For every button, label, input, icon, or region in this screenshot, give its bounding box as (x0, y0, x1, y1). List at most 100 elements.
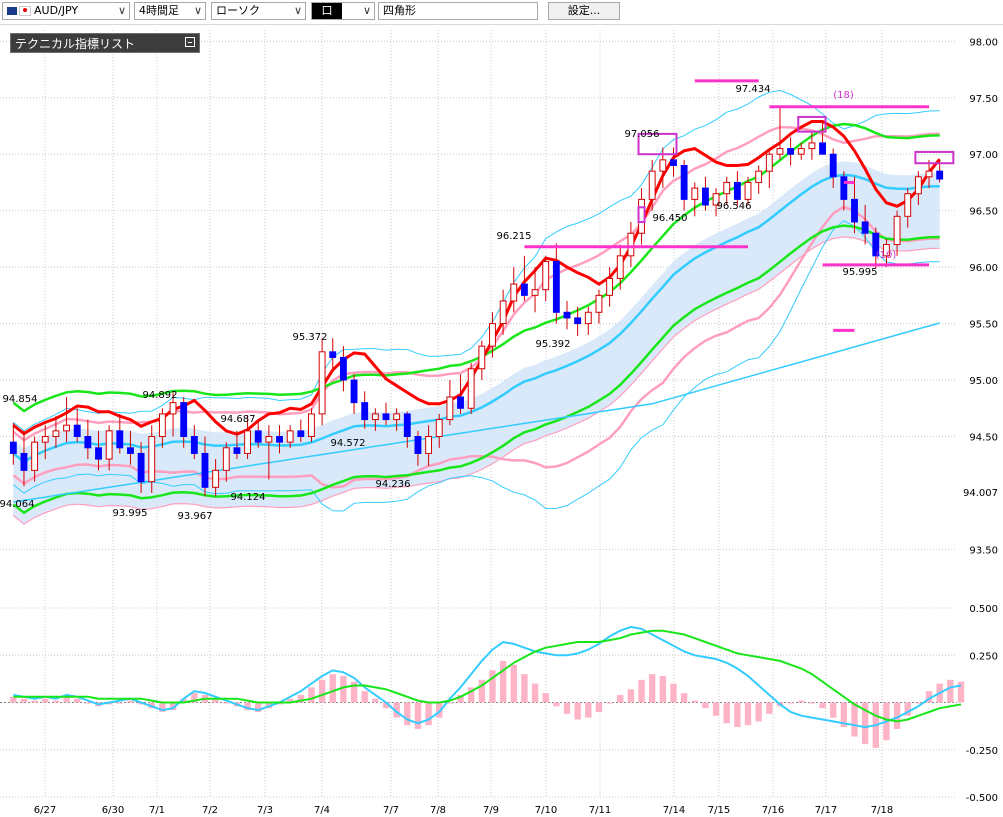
candle-type-select[interactable]: 口 (311, 2, 375, 20)
x-tick-label: 7/10 (535, 805, 557, 816)
candle-body (84, 436, 92, 449)
chart-style-select[interactable]: ローソク (211, 2, 306, 20)
macd-histogram-bar (734, 702, 741, 728)
x-tick-label: 6/27 (34, 805, 56, 816)
annotation-label: (18) (833, 90, 854, 101)
x-tick-label: 7/8 (430, 805, 446, 816)
candle-body (552, 260, 560, 313)
macd-histogram-bar (31, 700, 38, 703)
y-tick-label: 94.50 (969, 433, 998, 444)
x-tick-label: 6/30 (102, 805, 124, 816)
macd-histogram-bar (361, 691, 368, 703)
candle-body (467, 368, 475, 409)
toolbar: AUD/JPY 4時間足 ローソク 口 四角形 設定... (0, 0, 1003, 25)
x-tick-label: 7/7 (383, 805, 399, 816)
macd-histogram-bar (787, 702, 794, 704)
candle-body (180, 402, 188, 437)
price-label: 97.434 (736, 84, 771, 95)
macd-histogram-bar (531, 683, 539, 703)
macd-y-tick-label: 0.500 (969, 604, 998, 615)
macd-histogram-bar (74, 698, 81, 703)
macd-histogram-bar (318, 679, 326, 703)
macd-histogram-bar (127, 700, 134, 703)
price-label: 95.372 (293, 332, 328, 343)
y-tick-label: 97.00 (969, 150, 998, 161)
macd-histogram-bar (702, 702, 709, 709)
macd-histogram-bar (691, 700, 698, 703)
x-tick-label: 7/1 (149, 805, 165, 816)
candle-body (808, 142, 816, 150)
candle-body (116, 430, 124, 449)
candle-body (41, 436, 49, 443)
price-label: 93.967 (178, 511, 213, 522)
settings-button[interactable]: 設定... (548, 2, 620, 20)
macd-histogram-bar (20, 698, 28, 703)
minimize-icon[interactable] (185, 37, 195, 47)
moving-average-fast (12, 120, 941, 436)
candle-body (595, 294, 603, 313)
candle-body (936, 170, 944, 180)
price-label: 93.995 (113, 508, 148, 519)
macd-histogram-bar (766, 702, 773, 714)
y-tick-label: 95.00 (969, 376, 998, 387)
timeframe-select[interactable]: 4時間足 (134, 2, 206, 20)
candle-body (137, 452, 145, 483)
candle-body (680, 165, 688, 200)
candle-body (723, 181, 731, 195)
y-tick-label: 95.50 (969, 320, 998, 331)
candle-body (308, 413, 315, 437)
macd-histogram-bar (617, 694, 624, 703)
x-tick-label: 7/15 (708, 805, 730, 816)
candle-body (478, 345, 486, 370)
indicator-list-panel[interactable]: テクニカル指標リスト (10, 33, 200, 53)
macd-histogram-bar (680, 693, 688, 703)
x-tick-label: 7/17 (815, 805, 837, 816)
macd-histogram-bar (574, 702, 581, 720)
macd-histogram-bar (819, 702, 826, 709)
candle-body (95, 447, 102, 460)
candle-body (414, 436, 422, 454)
macd-histogram-bar (595, 702, 603, 712)
macd-histogram-bar (947, 679, 954, 703)
candle-body (201, 452, 209, 488)
candle-body (127, 447, 134, 454)
y-tick-label: 98.00 (969, 37, 998, 48)
y-tick-label: 96.50 (969, 207, 998, 218)
price-label: 94.124 (231, 492, 266, 503)
candle-body (158, 413, 166, 437)
candle-body (382, 413, 390, 421)
candle-body (286, 430, 294, 443)
macd-histogram-bar (42, 698, 49, 703)
candle-body (914, 176, 922, 195)
macd-y-tick-label: 0.250 (969, 651, 998, 662)
y-tick-label: 96.00 (969, 263, 998, 274)
macd-histogram-bar (499, 660, 507, 703)
candle-body (691, 187, 699, 200)
macd-y-tick-label: -0.500 (966, 793, 998, 804)
price-label: 94.236 (376, 479, 411, 490)
candle-body (403, 413, 411, 437)
macd-histogram-bar (340, 676, 347, 703)
candle-body (701, 187, 709, 206)
candle-body (776, 148, 784, 155)
price-chart[interactable]: (18) (10) 94.854 94.064 93.995 94.892 93.967 9… (0, 24, 1003, 817)
x-tick-label: 7/4 (314, 805, 330, 816)
candle-body (904, 193, 912, 217)
candle-body (829, 153, 837, 178)
candle-body (148, 436, 156, 483)
price-label: 94.064 (0, 499, 35, 510)
macd-histogram-bar (372, 698, 379, 703)
draw-tool-field[interactable]: 四角形 (378, 2, 538, 20)
candle-body (361, 402, 369, 421)
candle-body (851, 198, 858, 223)
macd-histogram-bar (723, 702, 730, 724)
x-tick-label: 7/18 (871, 805, 893, 816)
price-label: 96.546 (717, 201, 752, 212)
symbol-select[interactable]: AUD/JPY (2, 2, 130, 20)
macd-histogram-bar (638, 679, 645, 703)
candle-body (425, 436, 433, 454)
candle-body (893, 215, 901, 246)
candle-icon: 口 (312, 3, 342, 19)
candle-body (276, 436, 283, 443)
indicator-list-title: テクニカル指標リスト (15, 37, 136, 51)
